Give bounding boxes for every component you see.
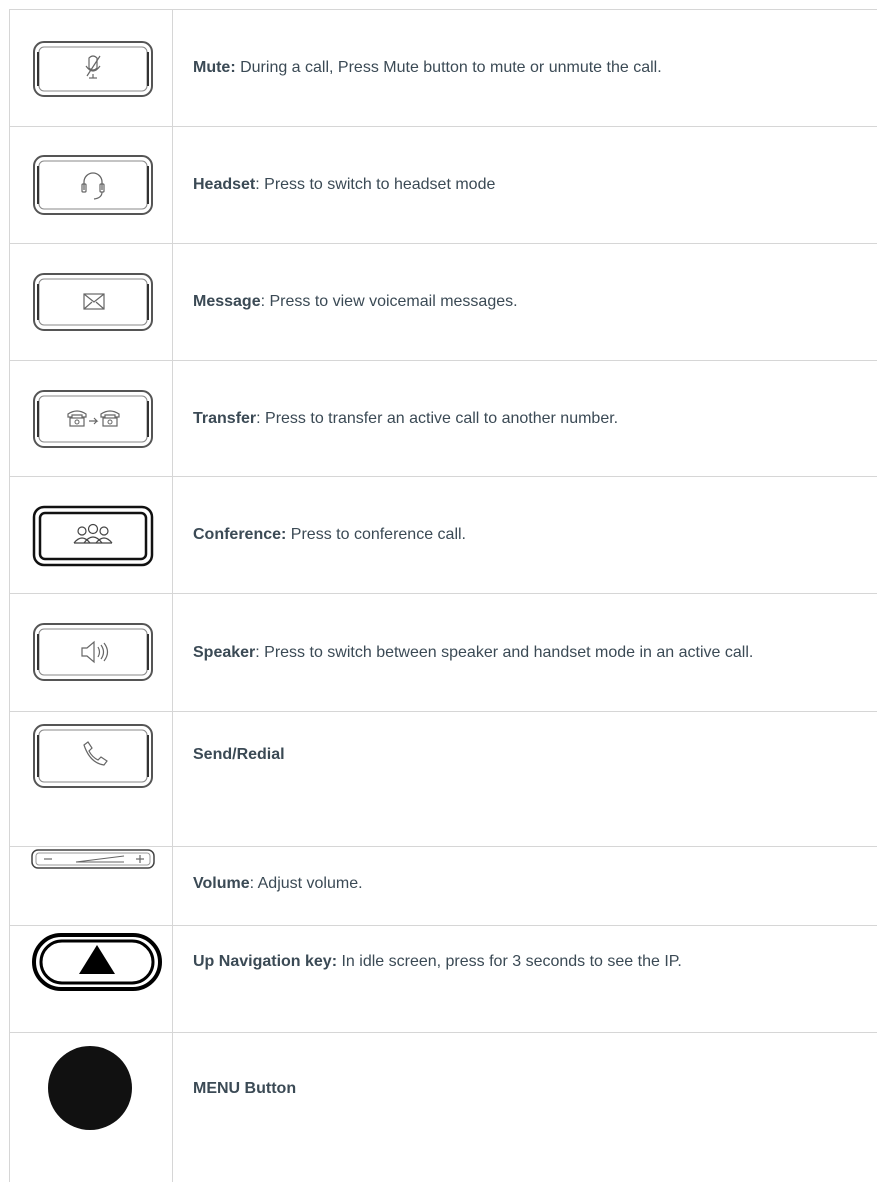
key-image-cell [9,244,173,360]
table-row: Conference: Press to conference call. [9,476,877,593]
key-desc: : Adjust volume. [249,875,363,892]
key-description: Transfer: Press to transfer an active ca… [173,361,877,476]
up-arrow-icon [32,933,162,991]
envelope-icon [33,273,153,331]
table-row: Transfer: Press to transfer an active ca… [9,360,877,476]
key-desc: : Press to transfer an active call to an… [256,409,619,427]
key-description: Up Navigation key: In idle screen, press… [173,926,877,1032]
key-desc: : Press to view voicemail messages. [260,293,518,310]
speaker-icon [33,623,153,681]
key-term: Up Navigation key: [193,953,338,970]
key-desc: : Press to switch to headset mode [255,176,496,193]
key-desc: : Press to switch between speaker and ha… [255,643,754,661]
key-description: Headset: Press to switch to headset mode [173,127,877,243]
key-description: Message: Press to view voicemail message… [173,244,877,360]
key-description: MENU Button [173,1033,877,1182]
menu-button-icon [48,1046,132,1130]
key-image-cell [9,1033,173,1182]
table-row: Speaker: Press to switch between speaker… [9,593,877,711]
key-term: Volume [193,875,250,892]
table-row: Message: Press to view voicemail message… [9,243,877,360]
key-term: MENU Button [193,1079,297,1097]
transfer-icon [33,390,153,448]
key-term: Headset [193,176,256,193]
key-description: Conference: Press to conference call. [173,477,877,593]
phone-handset-icon [33,724,153,788]
phone-keys-table: Mute: During a call, Press Mute button t… [9,9,877,1182]
key-term: Mute: [193,59,236,76]
mute-icon [33,41,153,97]
key-image-cell [9,10,173,126]
key-term: Conference: [193,526,287,543]
key-image-cell [9,847,173,925]
key-description: Mute: During a call, Press Mute button t… [173,10,877,126]
table-row: Volume: Adjust volume. [9,846,877,925]
key-desc: During a call, Press Mute button to mute… [235,59,662,76]
key-description: Send/Redial [173,712,877,846]
key-image-cell [9,127,173,243]
key-image-cell [9,477,173,593]
key-image-cell [9,361,173,476]
key-term: Transfer [193,409,257,427]
key-desc: Press to conference call. [286,526,466,543]
key-description: Speaker: Press to switch between speaker… [173,594,877,711]
table-row: Send/Redial [9,711,877,846]
conference-icon [32,505,154,567]
table-row: Up Navigation key: In idle screen, press… [9,925,877,1032]
key-image-cell [9,926,173,1032]
table-row: MENU Button [9,1032,877,1182]
key-image-cell [9,712,173,846]
table-row: Headset: Press to switch to headset mode [9,126,877,243]
key-term: Send/Redial [193,746,285,763]
key-term: Speaker [193,643,256,661]
table-row: Mute: During a call, Press Mute button t… [9,9,877,126]
key-term: Message [193,293,261,310]
key-description: Volume: Adjust volume. [173,847,877,925]
headset-icon [33,155,153,215]
key-image-cell [9,594,173,711]
volume-bar-icon [31,849,155,869]
key-desc: In idle screen, press for 3 seconds to s… [337,953,682,970]
